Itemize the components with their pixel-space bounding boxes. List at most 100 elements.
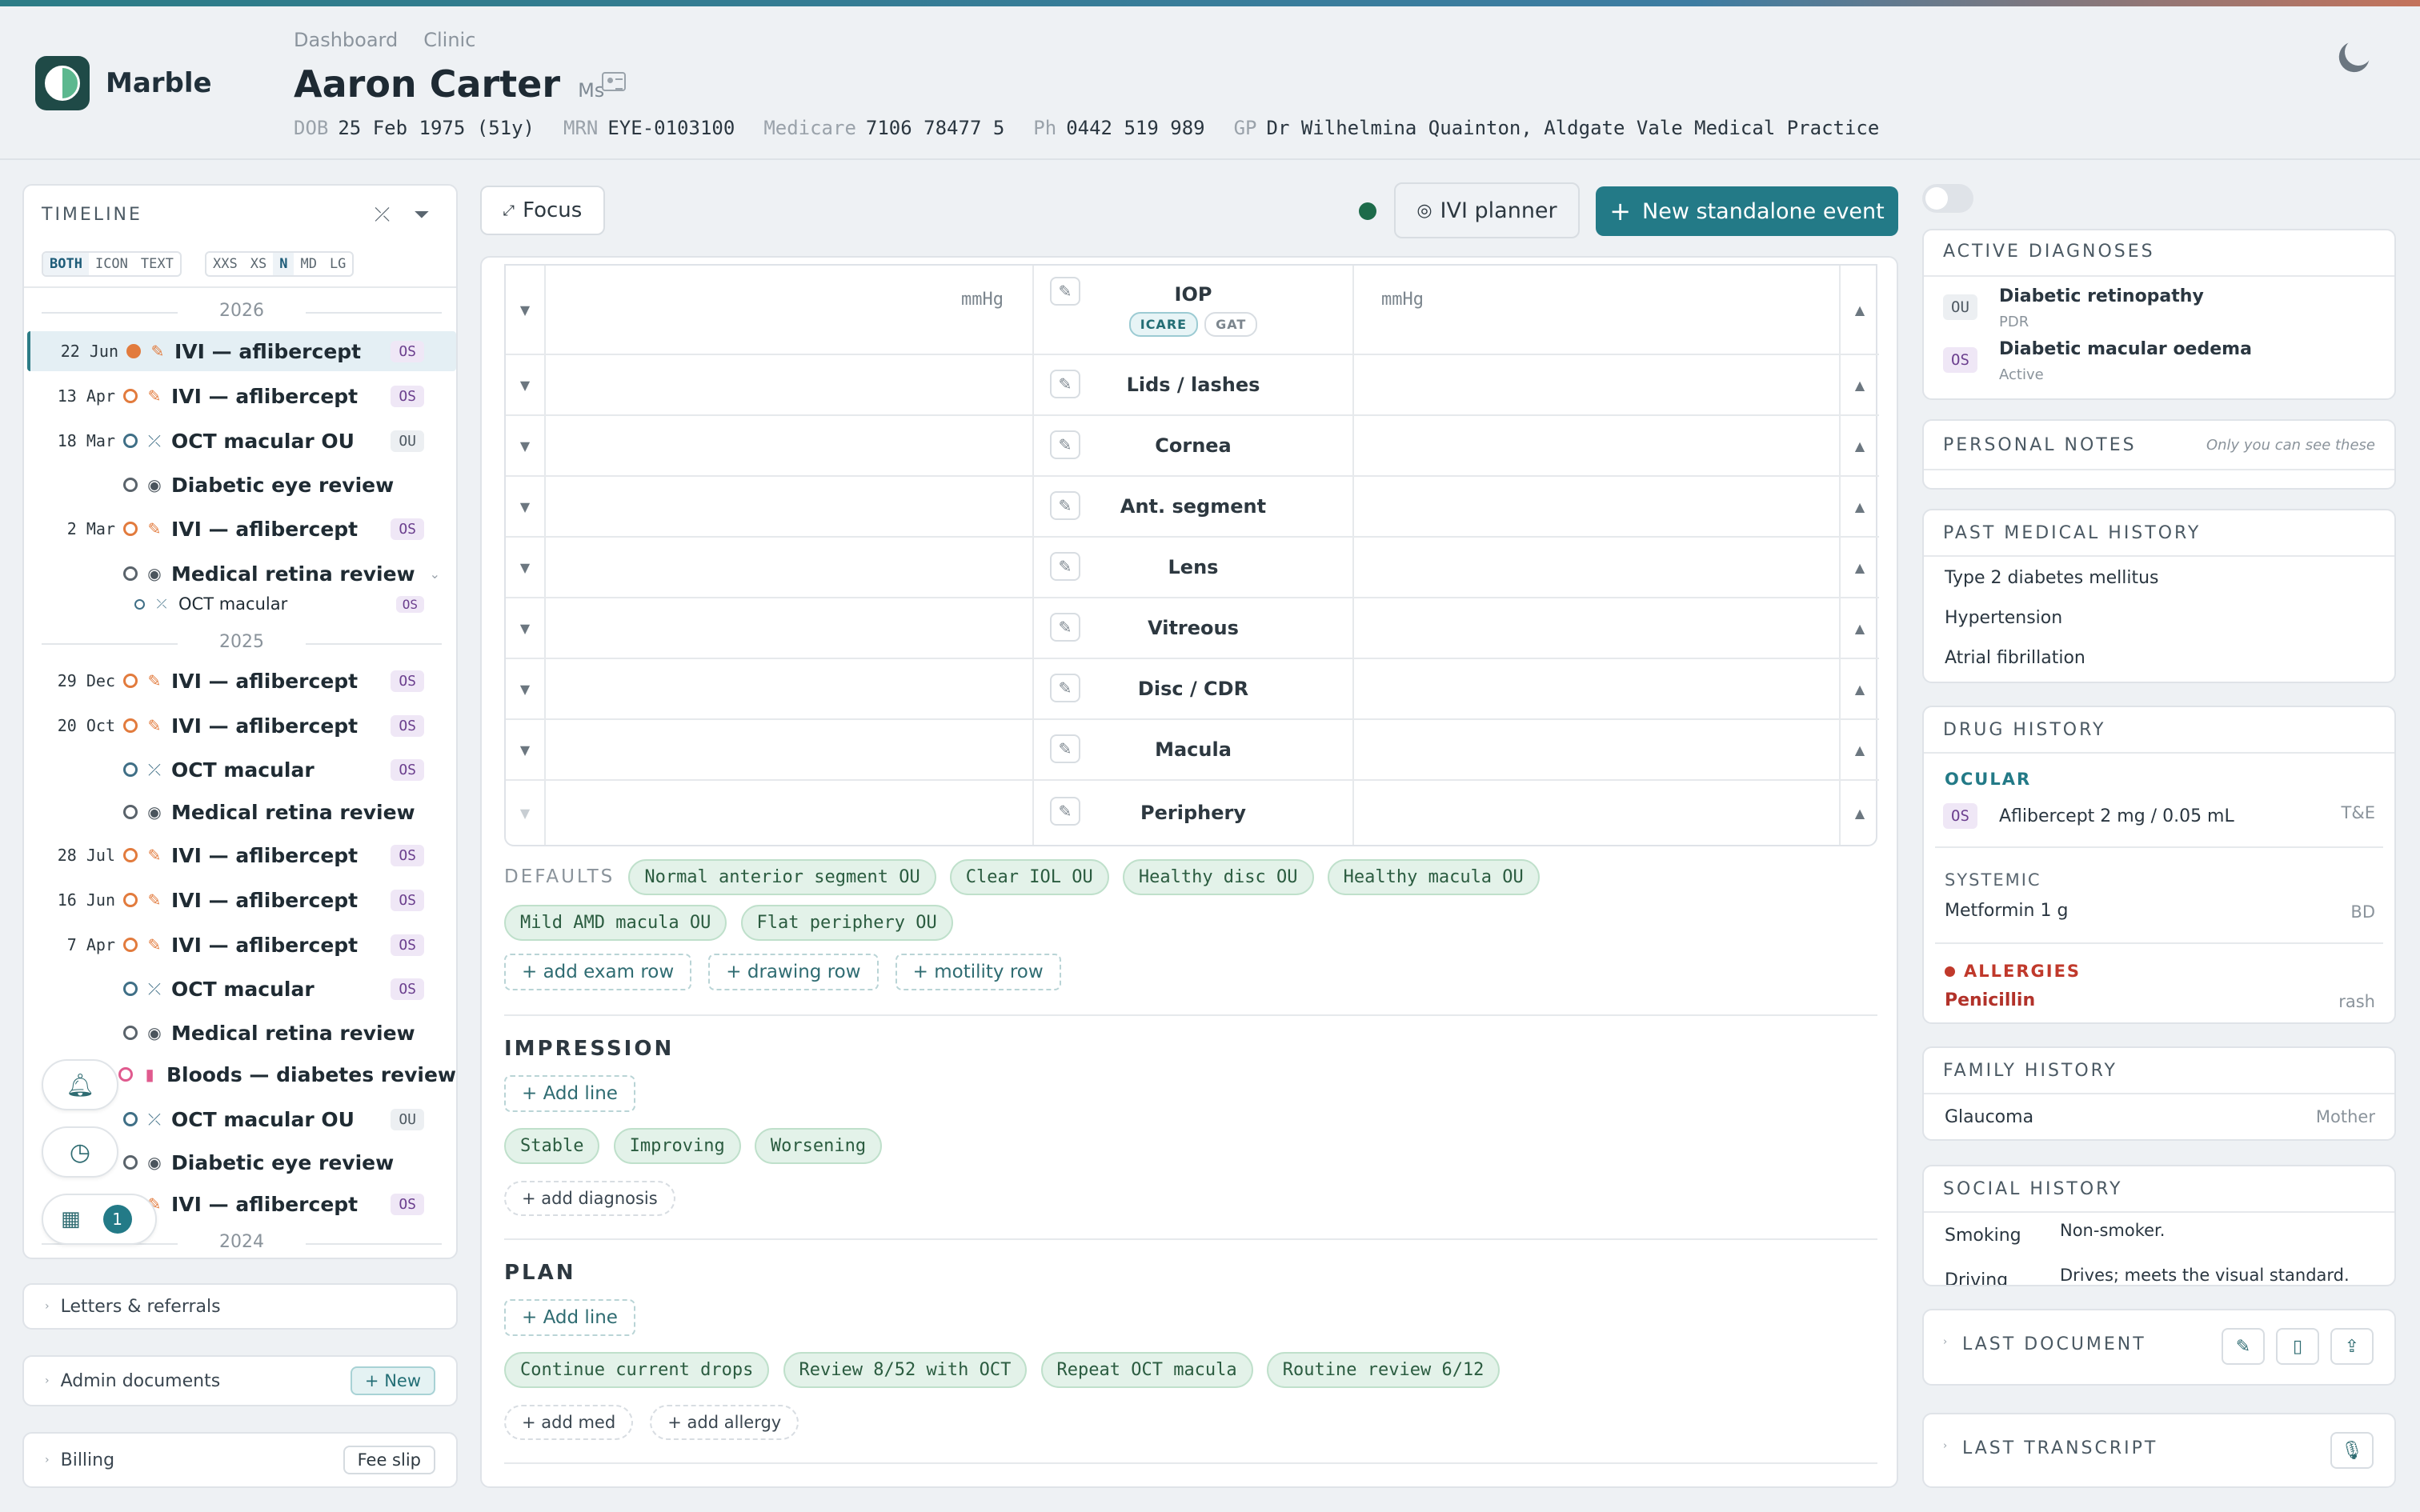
focus-button[interactable]: ⤢ Focus <box>480 186 605 235</box>
add-allergy-button[interactable]: + add allergy <box>650 1405 799 1440</box>
timeline-event[interactable]: 29 Dec ✎ IVI — aflibercept OS <box>27 661 456 701</box>
right-eye-cell[interactable] <box>546 598 1034 658</box>
timeline-event[interactable]: 2 Mar ✎ IVI — aflibercept OS <box>27 509 456 549</box>
id-card-icon[interactable] <box>602 72 626 91</box>
collapse-right-icon[interactable]: ▲ <box>1841 538 1879 597</box>
right-eye-cell[interactable] <box>546 538 1034 597</box>
personal-notes-card[interactable]: PERSONAL NOTES Only you can see these <box>1922 419 2396 490</box>
add-drawing-row-button[interactable]: + drawing row <box>708 954 879 990</box>
collapse-right-icon[interactable]: ▲ <box>1841 416 1879 475</box>
upload-document-icon[interactable]: ⇪ <box>2330 1328 2374 1365</box>
timeline-event[interactable]: 22 Jun ✎ IVI — aflibercept OS <box>27 331 456 371</box>
allergy-name[interactable]: Penicillin <box>1945 990 2035 1010</box>
admin-documents-section[interactable]: › Admin documents + New <box>22 1355 458 1406</box>
gat-pill[interactable]: GAT <box>1204 311 1258 337</box>
left-eye-cell[interactable] <box>1354 598 1841 658</box>
plan-chip[interactable]: Routine review 6/12 <box>1266 1352 1500 1388</box>
collapse-left-icon[interactable]: ▼ <box>506 659 546 718</box>
right-eye-cell[interactable] <box>546 720 1034 779</box>
social-value[interactable]: Non-smoker. <box>2060 1221 2165 1240</box>
pencil-icon[interactable]: ✎ <box>1050 370 1080 398</box>
new-admin-document-button[interactable]: + New <box>350 1366 435 1395</box>
mode-text[interactable]: TEXT <box>134 253 180 275</box>
mode-both[interactable]: BOTH <box>43 253 89 275</box>
timeline-event[interactable]: 20 Oct ✎ IVI — aflibercept OS <box>27 706 456 746</box>
diagnosis-name[interactable]: Diabetic retinopathy <box>1999 286 2204 306</box>
collapse-right-icon[interactable]: ▲ <box>1841 266 1879 354</box>
default-chip[interactable]: Flat periphery OU <box>740 905 953 941</box>
timeline-sub-event[interactable]: ⤫ OCT macular OS <box>27 589 456 619</box>
icare-pill[interactable]: ICARE <box>1128 311 1199 337</box>
impression-chip-worsening[interactable]: Worsening <box>754 1128 883 1164</box>
breadcrumb-clinic[interactable]: Clinic <box>423 29 475 51</box>
document-file-icon[interactable]: ▯ <box>2276 1328 2319 1365</box>
app-logo[interactable] <box>35 56 90 110</box>
diagnosis-name[interactable]: Diabetic macular oedema <box>1999 339 2252 359</box>
add-med-button[interactable]: + add med <box>504 1405 634 1440</box>
timeline-event[interactable]: ◉ Medical retina review <box>27 1013 456 1053</box>
timeline-event[interactable]: ◉ Diabetic eye review <box>27 465 456 505</box>
collapse-left-icon[interactable]: ▼ <box>506 355 546 414</box>
billing-section[interactable]: › Billing Fee slip <box>22 1432 458 1488</box>
size-lg[interactable]: LG <box>323 253 352 275</box>
breadcrumb-dashboard[interactable]: Dashboard <box>294 29 398 51</box>
ocular-drug-name[interactable]: Aflibercept 2 mg / 0.05 mL <box>1999 806 2234 826</box>
collapse-right-icon[interactable]: ▲ <box>1841 477 1879 536</box>
impression-chip-improving[interactable]: Improving <box>613 1128 741 1164</box>
size-xxs[interactable]: XXS <box>206 253 244 275</box>
notifications-button[interactable]: 🔔︎ <box>42 1059 118 1110</box>
size-md[interactable]: MD <box>294 253 323 275</box>
timeline-event[interactable]: ◉ Medical retina review <box>27 792 456 832</box>
pencil-icon[interactable]: ✎ <box>1050 491 1080 520</box>
systemic-drug-name[interactable]: Metformin 1 g <box>1945 901 2068 921</box>
impression-chip-stable[interactable]: Stable <box>504 1128 600 1164</box>
mode-icon[interactable]: ICON <box>89 253 134 275</box>
chevron-right-icon[interactable]: › <box>1943 1336 1947 1348</box>
add-exam-row-button[interactable]: + add exam row <box>504 954 692 990</box>
collapse-icon[interactable]: ⤫ <box>375 203 390 226</box>
filter-icon[interactable]: ⏷ <box>414 203 429 226</box>
ivi-planner-button[interactable]: ◎ IVI planner <box>1394 182 1580 238</box>
default-chip[interactable]: Healthy disc OU <box>1122 859 1314 895</box>
collapse-left-icon[interactable]: ▼ <box>506 266 546 354</box>
letters-referrals-section[interactable]: › Letters & referrals <box>22 1283 458 1330</box>
left-eye-cell[interactable]: mmHg <box>1354 266 1841 354</box>
timeline-event[interactable]: 7 Apr ✎ IVI — aflibercept OS <box>27 925 456 965</box>
plan-add-line-button[interactable]: + Add line <box>504 1299 635 1336</box>
collapse-right-icon[interactable]: ▲ <box>1841 355 1879 414</box>
left-eye-cell[interactable] <box>1354 416 1841 475</box>
timeline-event[interactable]: 16 Jun ✎ IVI — aflibercept OS <box>27 880 456 920</box>
collapse-left-icon[interactable]: ▼ <box>506 781 546 845</box>
pencil-icon[interactable]: ✎ <box>1050 797 1080 826</box>
left-eye-cell[interactable] <box>1354 659 1841 718</box>
collapse-right-icon[interactable]: ▲ <box>1841 598 1879 658</box>
plan-chip[interactable]: Continue current drops <box>504 1352 770 1388</box>
right-eye-cell[interactable] <box>546 781 1034 845</box>
add-motility-row-button[interactable]: + motility row <box>895 954 1061 990</box>
right-eye-cell[interactable]: mmHg <box>546 266 1034 354</box>
social-value[interactable]: Drives; meets the visual standard. <box>2060 1266 2350 1285</box>
pencil-icon[interactable]: ✎ <box>1050 734 1080 763</box>
collapse-right-icon[interactable]: ▲ <box>1841 659 1879 718</box>
right-eye-cell[interactable] <box>546 659 1034 718</box>
plan-chip[interactable]: Review 8/52 with OCT <box>783 1352 1028 1388</box>
timeline-event[interactable]: 13 Apr ✎ IVI — aflibercept OS <box>27 376 456 416</box>
pencil-icon[interactable]: ✎ <box>1050 552 1080 581</box>
size-n[interactable]: N <box>273 253 294 275</box>
impression-add-line-button[interactable]: + Add line <box>504 1075 635 1112</box>
timeline-event[interactable]: ⤫ OCT macular OS <box>27 750 456 790</box>
pencil-icon[interactable]: ✎ <box>1050 674 1080 702</box>
edit-document-icon[interactable]: ✎ <box>2222 1328 2265 1365</box>
plan-chip[interactable]: Repeat OCT macula <box>1040 1352 1253 1388</box>
collapse-left-icon[interactable]: ▼ <box>506 538 546 597</box>
timeline-event[interactable]: ◉ Medical retina review ⌄ <box>27 554 456 594</box>
recent-button[interactable]: ◷ <box>42 1126 118 1178</box>
collapse-left-icon[interactable]: ▼ <box>506 416 546 475</box>
pmh-item[interactable]: Type 2 diabetes mellitus <box>1945 568 2159 588</box>
timeline-event[interactable]: 18 Mar ⤫ OCT macular OU OU <box>27 421 456 461</box>
new-standalone-event-button[interactable]: + New standalone event <box>1596 186 1898 236</box>
right-eye-cell[interactable] <box>546 477 1034 536</box>
calendar-button[interactable]: ▦ 1 <box>42 1194 157 1245</box>
pencil-icon[interactable]: ✎ <box>1050 277 1080 306</box>
microphone-icon[interactable]: 🎙︎ <box>2330 1432 2374 1469</box>
